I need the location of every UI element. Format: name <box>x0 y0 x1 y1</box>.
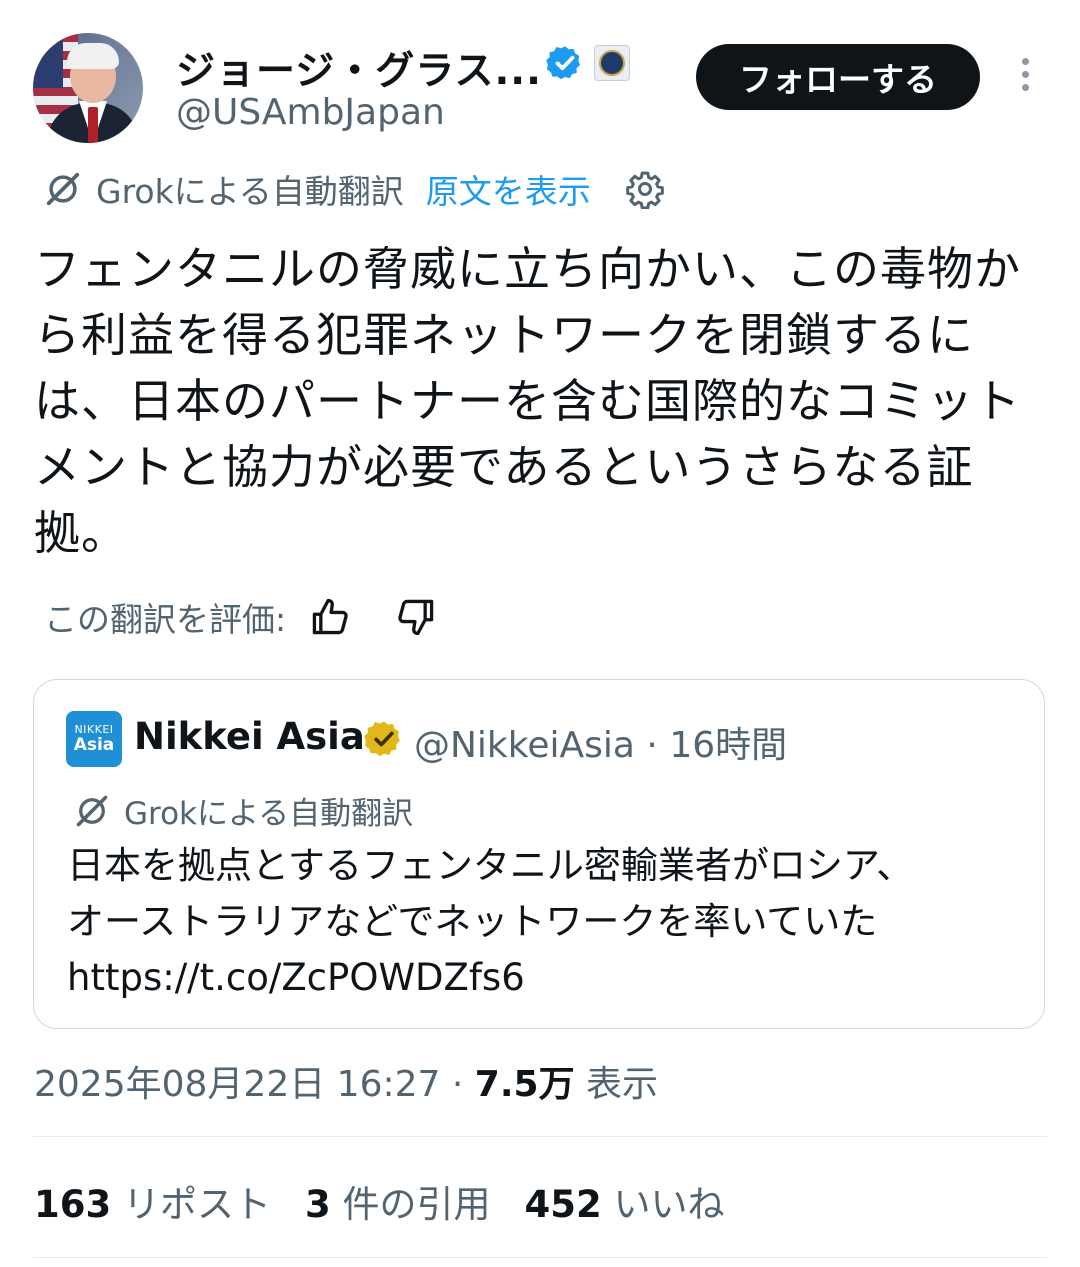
rating-label: この翻訳を評価: <box>44 600 287 639</box>
likes-count: 452 <box>524 1183 602 1226</box>
author-avatar[interactable] <box>33 33 143 143</box>
quoted-translation-label: Grokによる自動翻訳 <box>124 796 414 832</box>
reposts-label: リポスト <box>123 1183 271 1226</box>
avatar-tie <box>88 107 98 143</box>
engagement-stats: 163 リポスト 3 件の引用 452 いいね <box>34 1174 725 1228</box>
verified-badge-icon <box>546 46 581 80</box>
verified-gold-badge-icon <box>364 721 400 757</box>
meta-separator: · <box>451 1064 464 1105</box>
thumbs-down-icon[interactable] <box>394 595 438 639</box>
quoted-meta: @NikkeiAsia · 16時間 <box>414 716 787 768</box>
likes-label: いいね <box>613 1183 725 1226</box>
reposts-count: 163 <box>34 1183 112 1226</box>
logo-line-2: Asia <box>73 735 115 755</box>
quoted-translation-info: Grokによる自動翻訳 <box>74 788 413 833</box>
quoted-author-name: Nikkei Asia <box>134 715 365 758</box>
view-count-label: 表示 <box>586 1064 659 1105</box>
likes-stat[interactable]: 452 いいね <box>525 1183 725 1226</box>
quoted-text-line-2: オーストラリアなどでネットワークを率いていた <box>67 900 878 943</box>
grok-icon <box>46 172 80 206</box>
nikkei-asia-avatar[interactable]: NIKKEI Asia <box>66 711 122 767</box>
quoted-link[interactable]: https://t.co/ZcPOWDZfs6 <box>67 950 1027 1006</box>
quotes-stat[interactable]: 3 件の引用 <box>305 1183 491 1226</box>
grok-icon <box>76 795 108 826</box>
thumbs-up-icon[interactable] <box>308 595 352 639</box>
view-count: 7.5万 <box>474 1064 575 1105</box>
quoted-handle: @NikkeiAsia <box>414 725 635 766</box>
divider <box>33 1257 1047 1258</box>
flag-canton <box>33 33 63 88</box>
follow-button[interactable]: フォローする <box>696 44 980 110</box>
avatar-hair <box>67 43 119 69</box>
translation-info: Grokによる自動翻訳 原文を表示 <box>44 166 665 212</box>
more-options-icon[interactable] <box>1010 58 1040 98</box>
reposts-stat[interactable]: 163 リポスト <box>34 1183 271 1226</box>
quoted-text: 日本を拠点とするフェンタニル密輸業者がロシア、 オーストラリアなどでネットワーク… <box>67 838 1027 1006</box>
government-seal-icon <box>594 45 630 81</box>
quoted-time: 16時間 <box>669 725 788 766</box>
tweet-datetime[interactable]: 2025年08月22日 16:27 <box>34 1064 440 1105</box>
divider <box>33 1136 1047 1137</box>
quotes-count: 3 <box>305 1183 331 1226</box>
quoted-text-line-1: 日本を拠点とするフェンタニル密輸業者がロシア、 <box>67 844 914 887</box>
gear-icon[interactable] <box>625 169 665 209</box>
translation-rating: この翻訳を評価: <box>44 592 438 642</box>
logo-line-1: NIKKEI <box>74 723 114 736</box>
translation-source-label: Grokによる自動翻訳 <box>96 172 404 211</box>
quotes-label: 件の引用 <box>342 1183 491 1226</box>
show-original-link[interactable]: 原文を表示 <box>426 165 591 213</box>
author-name[interactable]: ジョージ・グラス... <box>176 40 542 96</box>
author-handle[interactable]: @USAmbJapan <box>176 92 445 133</box>
tweet-text: フェンタニルの脅威に立ち向かい、この毒物から利益を得る犯罪ネットワークを閉鎖する… <box>34 242 1021 560</box>
meta-separator: · <box>646 725 658 766</box>
tweet-timestamp: 2025年08月22日 16:27 · 7.5万 表示 <box>34 1055 658 1107</box>
